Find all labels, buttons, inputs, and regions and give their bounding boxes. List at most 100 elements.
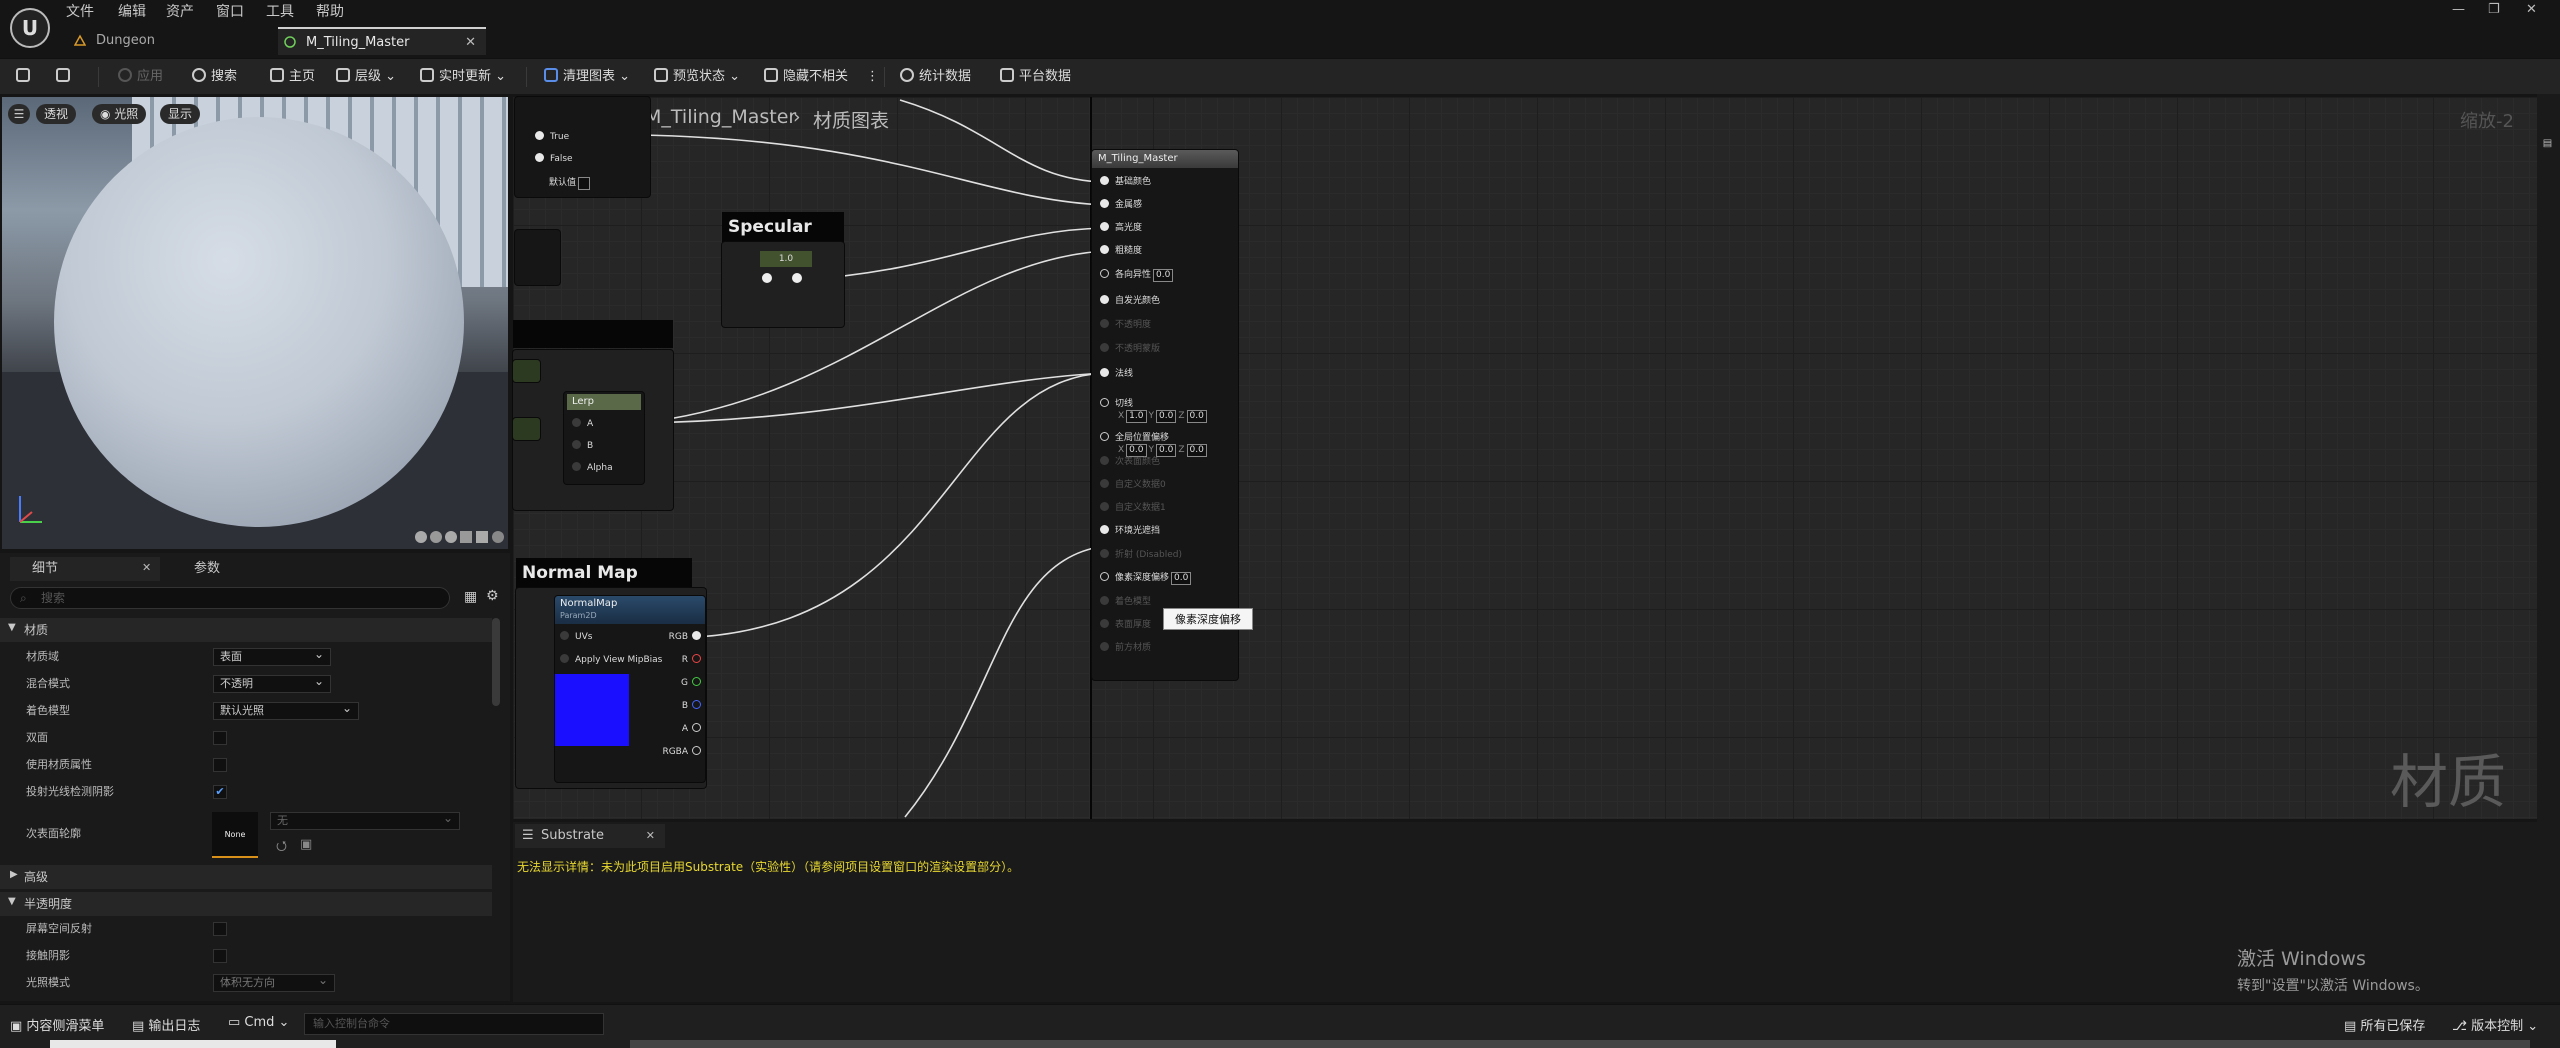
specular-comment[interactable]: Specular (722, 212, 844, 242)
unreal-logo-icon[interactable]: U (10, 8, 50, 48)
input-pin-icon[interactable] (1100, 295, 1109, 304)
input-pin-icon[interactable] (1100, 432, 1109, 441)
browse-folder-icon[interactable]: ▣ (300, 837, 312, 852)
source-control-dropdown[interactable]: ⎇ 版本控制 ⌄ (2452, 1015, 2538, 1034)
menu-help[interactable]: 帮助 (316, 1, 344, 21)
material-pin[interactable]: 高光度 (1100, 222, 1142, 234)
input-pin-icon[interactable] (1100, 456, 1109, 465)
search-button[interactable]: 搜索 (192, 67, 237, 87)
partial-node[interactable] (515, 230, 560, 285)
material-domain-select[interactable]: 表面 (213, 646, 331, 666)
preview-state-dropdown[interactable]: 预览状态 ⌄ (654, 67, 740, 87)
material-pin[interactable]: 切线 X 1.0 Y 0.0 Z 0.0 (1100, 398, 1209, 423)
material-pin[interactable]: 金属感 (1100, 199, 1142, 211)
input-pin-icon[interactable] (1100, 319, 1109, 328)
lighting-mode-select[interactable]: 体积无方向 (213, 972, 335, 992)
settings-gear-icon[interactable]: ⚙ (486, 588, 499, 604)
details-search-input[interactable]: ⌕ 搜索 (10, 587, 450, 609)
input-pin-icon[interactable] (1100, 199, 1109, 208)
material-pin[interactable]: 像素深度偏移 0.0 (1100, 572, 1193, 585)
menu-edit[interactable]: 编辑 (118, 1, 146, 21)
viewport-menu-icon[interactable]: ☰ (8, 104, 30, 124)
collapse-icon[interactable]: ▼ (8, 896, 16, 907)
material-pin[interactable]: 粗糙度 (1100, 245, 1142, 257)
param-node[interactable] (513, 418, 540, 440)
material-pin[interactable]: 不透明蒙版 (1100, 343, 1160, 355)
output-log-button[interactable]: ▤ 输出日志 (132, 1015, 200, 1034)
lit-button[interactable]: ◉ 光照 (92, 104, 147, 124)
save-icon[interactable] (16, 67, 35, 87)
expand-icon[interactable]: ▶ (10, 869, 18, 880)
input-pin-icon[interactable] (1100, 502, 1109, 511)
table-view-icon[interactable]: ▦ (464, 589, 477, 605)
material-pin[interactable]: 着色模型 (1100, 596, 1151, 608)
pin-value-box[interactable]: 0.0 (1186, 410, 1207, 423)
pin-value-box[interactable]: 0.0 (1171, 572, 1192, 585)
input-pin-icon[interactable] (1100, 572, 1109, 581)
output-pin-icon[interactable] (792, 273, 802, 283)
input-pin-icon[interactable] (1100, 642, 1109, 651)
console-input[interactable]: 输入控制台命令 (304, 1013, 604, 1035)
pin-value-box[interactable]: 0.0 (1186, 444, 1207, 457)
minimize-icon[interactable]: — (2452, 2, 2465, 17)
close-substrate-icon[interactable]: ✕ (646, 824, 655, 848)
close-window-icon[interactable]: ✕ (2526, 2, 2537, 17)
input-pin-icon[interactable] (762, 273, 772, 283)
subsurface-profile-select[interactable]: 无 (270, 810, 460, 830)
unnamed-comment[interactable] (513, 320, 673, 348)
maximize-icon[interactable]: ❐ (2488, 2, 2500, 17)
save-all-status[interactable]: ▤ 所有已保存 (2344, 1015, 2425, 1034)
tab-m-tiling-master[interactable]: M_Tiling_Master ✕ (278, 27, 486, 55)
normal-map-comment[interactable]: Normal Map (516, 558, 692, 588)
two-sided-checkbox[interactable] (213, 731, 227, 745)
normal-map-node[interactable]: NormalMap Param2D UVs Apply View MipBias… (555, 596, 705, 782)
material-output-node[interactable]: M_Tiling_Master 基础颜色 金属感 高光度 粗糙度 各向异性 0.0 自发光颜… (1092, 150, 1238, 680)
switch-node[interactable]: True False 默认值 (515, 97, 650, 197)
close-tab-icon[interactable]: ✕ (465, 29, 476, 57)
input-pin-icon[interactable] (1100, 398, 1109, 407)
material-pin[interactable]: 自定义数据0 (1100, 479, 1166, 491)
input-pin-icon[interactable] (1100, 222, 1109, 231)
material-pin[interactable]: 环境光遮挡 (1100, 525, 1160, 537)
material-pin[interactable]: 不透明度 (1100, 319, 1151, 331)
section-translucency[interactable]: 半透明度 (0, 892, 492, 916)
param-node[interactable] (513, 360, 540, 382)
preview-viewport[interactable] (2, 97, 508, 549)
palette-tab-icon[interactable]: ▤ (2542, 138, 2553, 149)
input-pin-icon[interactable] (1100, 549, 1109, 558)
use-selected-icon[interactable]: ⭯ (276, 837, 287, 859)
subsurface-profile-thumbnail[interactable]: None (212, 812, 258, 858)
perspective-button[interactable]: 透视 (36, 104, 77, 124)
input-pin-icon[interactable] (1100, 596, 1109, 605)
section-material[interactable]: 材质 (0, 618, 492, 642)
clean-graph-dropdown[interactable]: 清理图表 ⌄ (544, 67, 630, 87)
material-pin[interactable]: 表面厚度 (1100, 619, 1151, 631)
platform-stats-button[interactable]: 平台数据 (1000, 67, 1071, 87)
palette-sidebar[interactable]: ▤ (2537, 94, 2560, 1002)
menu-window[interactable]: 窗口 (216, 1, 244, 21)
input-pin-icon[interactable] (1100, 176, 1109, 185)
material-pin[interactable]: 法线 (1100, 368, 1133, 380)
section-advanced[interactable]: 高级 (0, 865, 492, 889)
input-pin-icon[interactable] (1100, 525, 1109, 534)
browse-icon[interactable] (56, 67, 75, 87)
preview-mesh-icons[interactable] (414, 530, 506, 544)
input-pin-icon[interactable] (1100, 245, 1109, 254)
material-pin[interactable]: 基础颜色 (1100, 176, 1151, 188)
menu-tools[interactable]: 工具 (266, 1, 294, 21)
close-details-icon[interactable]: ✕ (142, 561, 151, 574)
material-pin[interactable]: 次表面颜色 (1100, 456, 1160, 468)
pin-value-box[interactable]: 0.0 (1156, 410, 1177, 423)
material-pin[interactable]: 全局位置偏移 X 0.0 Y 0.0 Z 0.0 (1100, 432, 1209, 457)
pin-value-box[interactable]: 0.0 (1153, 269, 1174, 282)
use-material-attributes-checkbox[interactable] (213, 758, 227, 772)
show-button[interactable]: 显示 (160, 104, 201, 124)
live-update-dropdown[interactable]: 实时更新 ⌄ (420, 67, 506, 87)
tab-params[interactable]: 参数 (172, 557, 220, 581)
contact-shadows-checkbox[interactable] (213, 949, 227, 963)
home-button[interactable]: 主页 (270, 67, 315, 87)
shading-model-select[interactable]: 默认光照 (213, 700, 359, 720)
more-options-icon[interactable]: ⋮ (866, 67, 879, 87)
constant-node[interactable]: 1.0 (760, 251, 812, 267)
input-pin-icon[interactable] (1100, 343, 1109, 352)
